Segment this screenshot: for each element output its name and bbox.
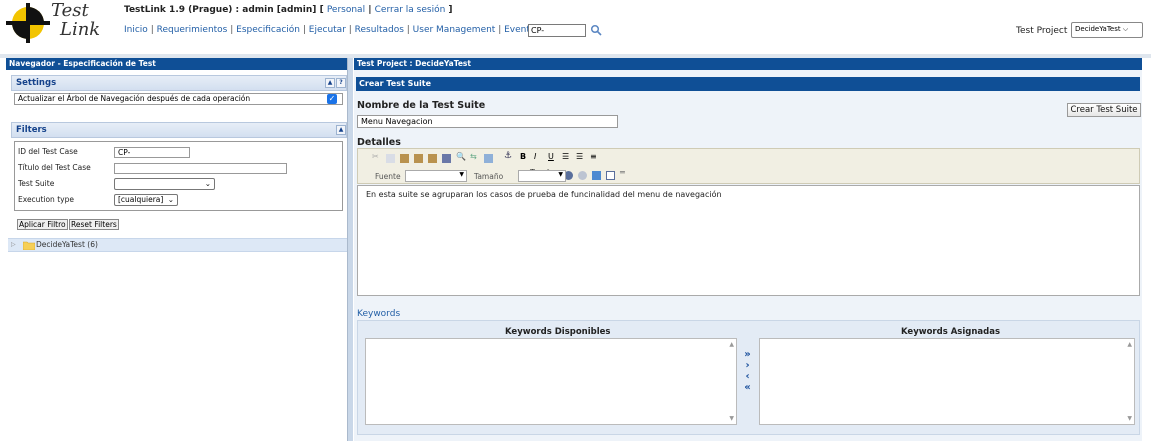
panel-splitter[interactable] <box>347 58 353 441</box>
details-editor[interactable] <box>357 185 1140 296</box>
collapse-up-icon[interactable]: ▲ <box>336 125 346 135</box>
size-label: Tamaño <box>474 172 504 181</box>
nav-user-management[interactable]: User Management <box>413 25 496 35</box>
scroll-up-icon[interactable]: ▲ <box>729 341 734 348</box>
header-title-line: TestLink 1.9 (Prague) : admin [admin] [ … <box>124 5 453 15</box>
add-keyword-icon[interactable]: › <box>741 361 754 371</box>
tree-expand-icon[interactable]: ▷ <box>11 241 16 248</box>
chevron-down-icon: ⌵ <box>1122 25 1129 33</box>
testlink-logo[interactable]: Test Link <box>6 0 104 43</box>
keyword-transfer-controls: » › ‹ « <box>741 350 755 400</box>
filter-exec-label: Execution type <box>18 195 74 204</box>
scroll-up-icon[interactable]: ▲ <box>1127 341 1132 348</box>
logo-mark-icon <box>6 3 50 43</box>
suite-name-label: Nombre de la Test Suite <box>357 100 486 111</box>
personal-link[interactable]: Personal <box>327 5 365 15</box>
table-icon[interactable] <box>606 171 615 180</box>
filter-suite-select[interactable]: ⌄ <box>114 178 215 190</box>
available-keywords-label: Keywords Disponibles <box>505 327 611 337</box>
filters-form: ID del Test Case CP- Título del Test Cas… <box>14 141 343 211</box>
filter-id-input[interactable]: CP- <box>114 147 190 158</box>
left-panel-title: Navegador - Especificación de Test <box>6 58 347 70</box>
font-label: Fuente <box>375 172 401 181</box>
app-title: TestLink 1.9 (Prague) : admin [admin] <box>124 5 317 15</box>
logo-text-bottom: Link <box>60 19 101 40</box>
assigned-keywords-label: Keywords Asignadas <box>901 327 1001 337</box>
settings-section-title[interactable]: Settings ▲ ? <box>11 75 347 91</box>
chevron-down-icon: ▼ <box>558 171 563 178</box>
crear-test-suite-bar: Crear Test Suite <box>356 77 1140 91</box>
tree-root-label[interactable]: DecideYaTest (6) <box>36 240 98 249</box>
print-icon[interactable] <box>442 154 451 163</box>
settings-option-row: Actualizar el Árbol de Navegación despué… <box>14 93 343 105</box>
settings-title-text: Settings <box>16 78 57 88</box>
filters-section-title[interactable]: Filters ▲ <box>11 122 347 138</box>
size-select[interactable]: ▼ <box>518 170 566 182</box>
filter-id-label: ID del Test Case <box>18 147 78 156</box>
nav-requerimientos[interactable]: Requerimientos <box>157 25 228 35</box>
remove-all-keywords-icon[interactable]: « <box>741 383 754 393</box>
chevron-down-icon: ▼ <box>459 171 464 178</box>
italic-icon[interactable]: I <box>534 152 543 161</box>
collapse-up-icon[interactable]: ▲ <box>325 78 335 88</box>
find-icon[interactable]: 🔍 <box>456 152 466 161</box>
folder-icon <box>23 241 35 250</box>
available-keywords-list[interactable]: ▲ ▼ <box>365 338 737 425</box>
unlink-icon[interactable] <box>578 171 587 180</box>
test-project-label: Test Project <box>1016 26 1068 36</box>
anchor-icon[interactable]: ⚓ <box>504 151 513 161</box>
font-select[interactable]: ▼ <box>405 170 467 182</box>
scroll-down-icon[interactable]: ▼ <box>729 415 734 422</box>
reset-filters-button[interactable]: Reset Filters <box>69 219 119 230</box>
bulleted-list-icon[interactable]: ☰ <box>576 152 585 161</box>
bold-icon[interactable]: B <box>520 152 529 161</box>
image-icon[interactable] <box>592 171 601 180</box>
select-all-icon[interactable] <box>484 154 493 163</box>
create-test-suite-button[interactable]: Crear Test Suite <box>1067 103 1141 117</box>
paste-word-icon[interactable] <box>428 154 437 163</box>
filter-titulo-input[interactable] <box>114 163 287 174</box>
filter-exec-value: [cualquiera] <box>118 195 164 204</box>
right-panel-title: Test Project : DecideYaTest <box>354 58 1142 70</box>
suite-name-input[interactable]: Menu Navegacion <box>357 115 618 128</box>
nav-ejecutar[interactable]: Ejecutar <box>309 25 346 35</box>
filter-suite-label: Test Suite <box>18 179 55 188</box>
logo-text-top: Test <box>51 0 89 21</box>
test-project-value: DecideYaTest <box>1075 25 1121 33</box>
paste-icon[interactable] <box>400 154 409 163</box>
help-icon[interactable]: ? <box>336 78 346 88</box>
horizontal-rule-icon[interactable]: ═ <box>620 168 629 177</box>
search-icon[interactable] <box>590 24 602 36</box>
details-text[interactable]: En esta suite se agruparan los casos de … <box>366 190 722 199</box>
add-all-keywords-icon[interactable]: » <box>741 350 754 360</box>
details-label: Detalles <box>357 137 401 148</box>
test-project-select[interactable]: DecideYaTest ⌵ <box>1071 22 1143 38</box>
cut-icon[interactable]: ✂ <box>372 152 381 161</box>
main-nav: Inicio | Requerimientos | Especificación… <box>124 25 541 35</box>
chevron-down-icon: ⌄ <box>167 195 174 204</box>
nav-especificacion[interactable]: Especificación <box>236 25 300 35</box>
numbered-list-icon[interactable]: ☰ <box>562 152 571 161</box>
align-icon[interactable]: ≡ <box>590 152 599 161</box>
nav-inicio[interactable]: Inicio <box>124 25 148 35</box>
nav-resultados[interactable]: Resultados <box>355 25 404 35</box>
auto-refresh-checkbox[interactable]: ✓ <box>327 94 337 104</box>
testcase-search-input[interactable] <box>528 24 586 37</box>
copy-icon[interactable] <box>386 154 395 163</box>
remove-keyword-icon[interactable]: ‹ <box>741 372 754 382</box>
settings-option-label: Actualizar el Árbol de Navegación despué… <box>18 94 251 103</box>
logout-link[interactable]: Cerrar la sesión <box>375 5 446 15</box>
underline-icon[interactable]: U <box>548 152 557 161</box>
filter-titulo-label: Título del Test Case <box>18 163 91 172</box>
assigned-keywords-list[interactable]: ▲ ▼ <box>759 338 1135 425</box>
filter-exec-select[interactable]: [cualquiera] ⌄ <box>114 194 178 206</box>
filters-title-text: Filters <box>16 125 47 135</box>
apply-filter-button[interactable]: Aplicar Filtro <box>17 219 68 230</box>
chevron-down-icon: ⌄ <box>204 179 211 188</box>
replace-icon[interactable]: ⇆ <box>470 152 479 161</box>
keywords-label: Keywords <box>357 309 401 319</box>
paste-text-icon[interactable] <box>414 154 423 163</box>
scroll-down-icon[interactable]: ▼ <box>1127 415 1132 422</box>
